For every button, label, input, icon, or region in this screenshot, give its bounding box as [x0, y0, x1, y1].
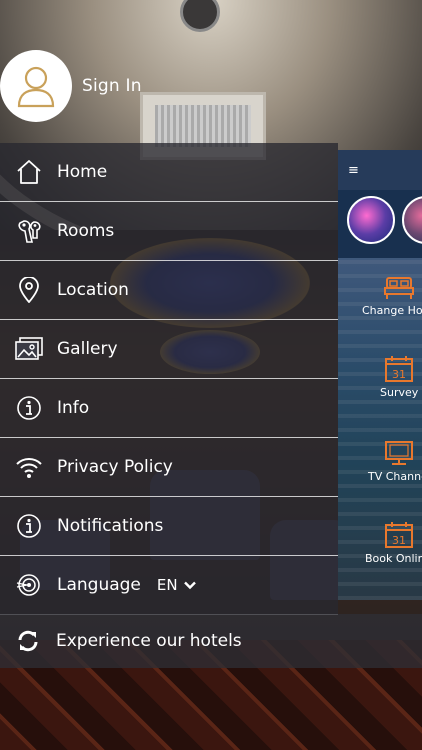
language-value: EN — [156, 576, 178, 594]
avatar[interactable] — [0, 50, 72, 122]
menu-item-label: Privacy Policy — [57, 457, 173, 477]
info-icon — [15, 512, 43, 540]
calendar-icon: 31 — [385, 356, 413, 382]
menu-item-language[interactable]: Language EN — [0, 556, 338, 615]
wifi-icon — [15, 453, 43, 481]
stories-row — [338, 190, 422, 258]
menu-item-label: Notifications — [57, 516, 164, 536]
tv-icon — [385, 441, 413, 465]
tile-change-hotel[interactable]: Change Ho — [338, 274, 422, 317]
chevron-down-icon — [183, 581, 196, 589]
menu-item-label: Location — [57, 280, 129, 300]
menu-item-privacy-policy[interactable]: Privacy Policy — [0, 438, 338, 497]
experience-label: Experience our hotels — [56, 631, 242, 651]
menu-item-info[interactable]: Info — [0, 379, 338, 438]
menu-item-gallery[interactable]: Gallery — [0, 320, 338, 379]
sign-in-label[interactable]: Sign In — [82, 76, 142, 96]
main-screen-peek[interactable]: ≡ Change Ho 31 Survey TV Channe 31 Book … — [338, 150, 422, 600]
tile-book-online[interactable]: 31 Book Onlin — [338, 522, 422, 565]
tile-label: TV Channe — [368, 470, 422, 483]
home-icon — [15, 158, 43, 186]
location-pin-icon — [15, 276, 43, 304]
hamburger-icon[interactable]: ≡ — [348, 163, 359, 178]
menu-item-label: Home — [57, 162, 108, 182]
story-avatar[interactable] — [402, 196, 422, 244]
tile-label: Book Onlin — [365, 552, 422, 565]
experience-our-hotels-button[interactable]: Experience our hotels — [0, 614, 422, 668]
menu-item-notifications[interactable]: Notifications — [0, 497, 338, 556]
calendar-day-number: 31 — [392, 368, 406, 381]
calendar-icon: 31 — [385, 522, 413, 548]
gallery-icon — [15, 335, 43, 363]
language-select[interactable]: EN — [157, 576, 196, 594]
menu-item-home[interactable]: Home — [0, 143, 338, 202]
tile-survey[interactable]: 31 Survey — [338, 356, 422, 399]
menu-item-location[interactable]: Location — [0, 261, 338, 320]
target-icon — [15, 571, 43, 599]
menu-item-label: Info — [57, 398, 90, 418]
main-topbar: ≡ — [338, 150, 422, 190]
story-avatar[interactable] — [347, 196, 395, 244]
info-icon — [15, 394, 43, 422]
user-icon — [17, 66, 55, 108]
refresh-icon — [14, 627, 42, 655]
keys-icon — [15, 217, 43, 245]
bed-icon — [384, 277, 414, 299]
menu-item-label: Language — [57, 575, 141, 595]
menu-item-label: Gallery — [57, 339, 118, 359]
calendar-day-number: 31 — [392, 534, 406, 547]
drawer-menu: Home Rooms Location Gallery Info Privacy… — [0, 143, 338, 615]
sign-in-row[interactable]: Sign In — [0, 50, 142, 122]
tile-label: Change Ho — [362, 304, 422, 317]
tile-tv-channels[interactable]: TV Channe — [338, 440, 422, 483]
tile-label: Survey — [380, 386, 419, 399]
menu-item-rooms[interactable]: Rooms — [0, 202, 338, 261]
menu-item-label: Rooms — [57, 221, 115, 241]
